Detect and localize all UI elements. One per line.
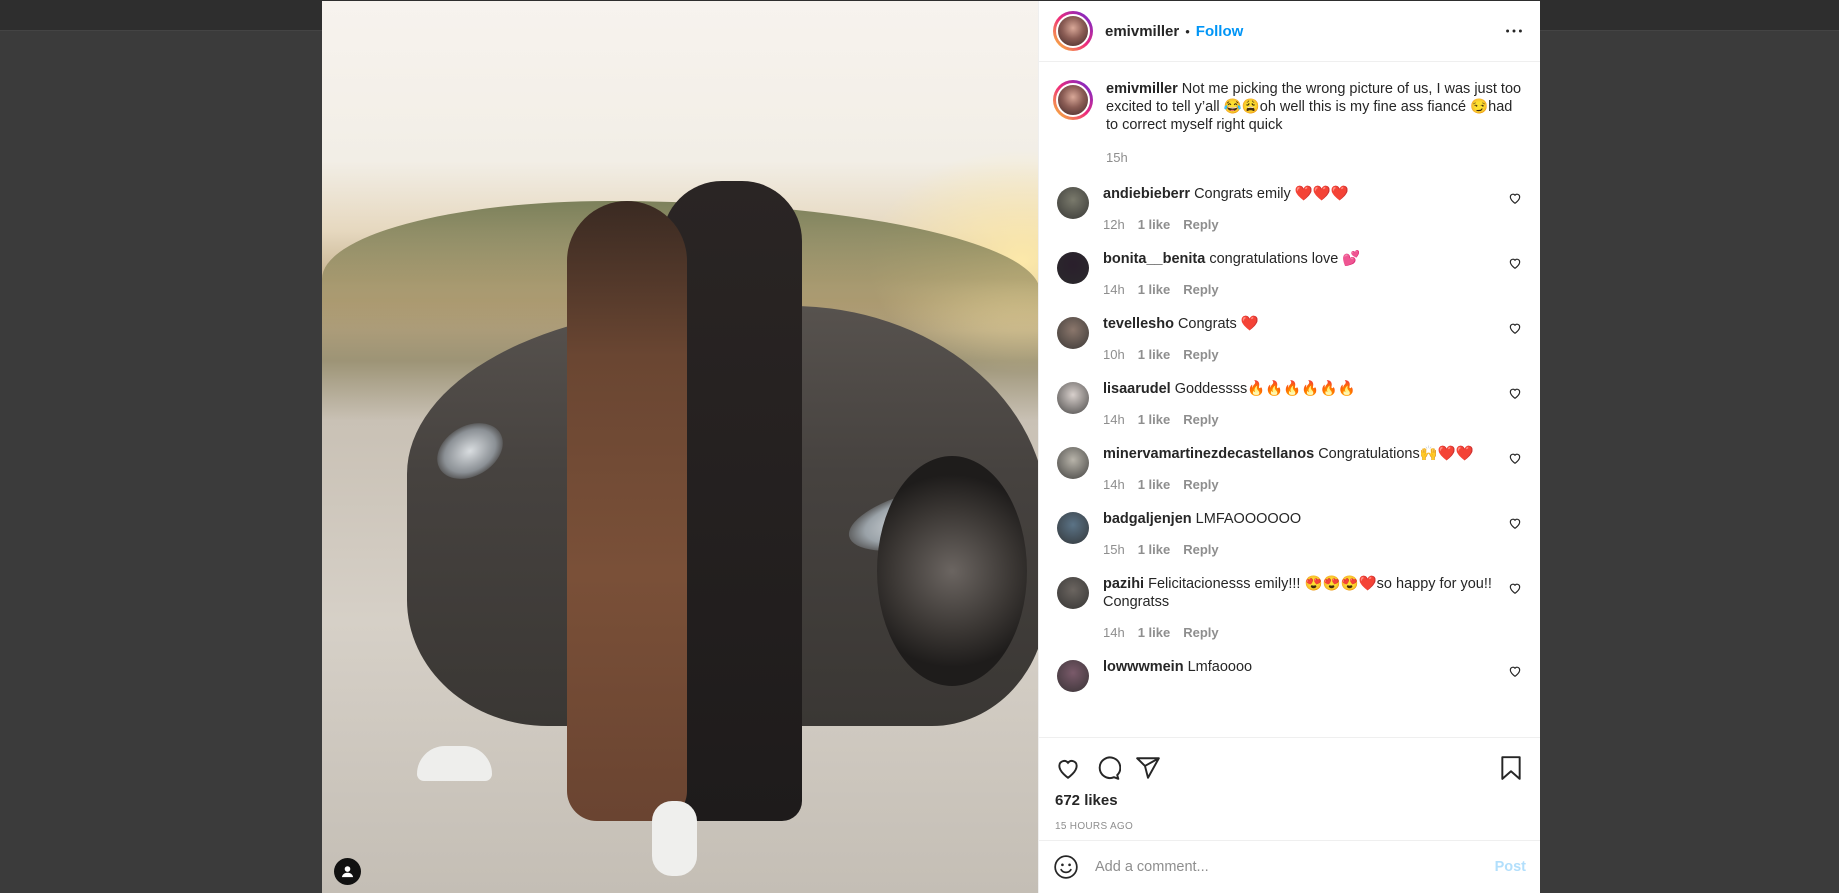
comment-heart-icon[interactable] (1508, 256, 1522, 270)
comment-username[interactable]: andiebieberr (1103, 186, 1190, 202)
comment-username[interactable]: tevellesho (1103, 316, 1174, 332)
reply-button[interactable]: Reply (1183, 347, 1218, 362)
comment-avatar[interactable] (1057, 317, 1089, 349)
reply-button[interactable]: Reply (1183, 217, 1218, 232)
comment-avatar[interactable] (1057, 187, 1089, 219)
comment-heart-icon[interactable] (1508, 321, 1522, 335)
post-timestamp: 15 HOURS AGO (1055, 821, 1134, 832)
comment-username[interactable]: bonita__benita (1103, 251, 1205, 267)
comment-text: Felicitacionesss emily!!! 😍😍😍❤️so happy … (1103, 576, 1492, 610)
comment-time: 14h (1103, 282, 1125, 297)
comment-avatar[interactable] (1057, 660, 1089, 692)
comment-likes[interactable]: 1 like (1138, 625, 1171, 640)
comment-likes[interactable]: 1 like (1138, 347, 1171, 362)
comment-heart-icon[interactable] (1508, 451, 1522, 465)
comment-heart-icon[interactable] (1508, 664, 1522, 678)
comment-username[interactable]: badgaljenjen (1103, 511, 1192, 527)
caption-username[interactable]: emivmiller (1106, 81, 1178, 97)
comment-row: andiebieberr Congrats emily ❤️❤️❤️ 12h 1 l… (1053, 185, 1526, 232)
comment-text: Lmfaoooo (1187, 659, 1253, 675)
comment-avatar[interactable] (1057, 512, 1089, 544)
bookmark-icon[interactable] (1498, 755, 1524, 781)
comment-text: Goddessss🔥🔥🔥🔥🔥🔥 (1174, 381, 1356, 397)
comment-time: 15h (1103, 542, 1125, 557)
comment-text: Congrats emily ❤️❤️❤️ (1194, 186, 1349, 202)
comment-time: 12h (1103, 217, 1125, 232)
smile-icon[interactable] (1053, 854, 1079, 880)
likes-count[interactable]: 672 likes (1039, 792, 1540, 809)
comment-time: 14h (1103, 412, 1125, 427)
comment-row: tevellesho Congrats ❤️ 10h 1 like Reply (1053, 315, 1526, 362)
comment-row: badgaljenjen LMFAOOOOOO 15h 1 like Reply (1053, 510, 1526, 557)
comment-time: 14h (1103, 477, 1125, 492)
comment-time: 10h (1103, 347, 1125, 362)
post-comment-button[interactable]: Post (1495, 859, 1526, 875)
follow-button[interactable]: Follow (1196, 23, 1244, 40)
comment-username[interactable]: lowwwmein (1103, 659, 1184, 675)
post-header: emivmiller • Follow (1039, 1, 1540, 62)
add-comment-bar: Post (1039, 840, 1540, 893)
more-icon[interactable] (1502, 19, 1526, 43)
reply-button[interactable]: Reply (1183, 412, 1218, 427)
comment-row: lowwwmein Lmfaoooo (1053, 658, 1526, 692)
comment-avatar[interactable] (1057, 252, 1089, 284)
caption-time: 15h (1106, 150, 1128, 165)
comment-heart-icon[interactable] (1508, 581, 1522, 595)
caption-avatar[interactable] (1053, 80, 1093, 120)
share-icon[interactable] (1135, 755, 1161, 781)
photo-car-left-headlight (427, 411, 513, 491)
post-modal: emivmiller • Follow emivmiller Not me pi… (322, 1, 1540, 893)
comment-time: 14h (1103, 625, 1125, 640)
comment-text: Congratulations🙌❤️❤️ (1318, 446, 1474, 462)
comment-row: lisaarudel Goddessss🔥🔥🔥🔥🔥🔥 14h 1 like Reply (1053, 380, 1526, 427)
header-username[interactable]: emivmiller (1105, 23, 1179, 40)
comment-username[interactable]: pazihi (1103, 576, 1144, 592)
reply-button[interactable]: Reply (1183, 477, 1218, 492)
comment-likes[interactable]: 1 like (1138, 412, 1171, 427)
comments-list[interactable]: emivmiller Not me picking the wrong pict… (1039, 62, 1540, 737)
comment-icon[interactable] (1095, 755, 1121, 781)
reply-button[interactable]: Reply (1183, 625, 1218, 640)
comment-avatar[interactable] (1057, 577, 1089, 609)
comment-likes[interactable]: 1 like (1138, 217, 1171, 232)
comment-heart-icon[interactable] (1508, 191, 1522, 205)
comment-username[interactable]: lisaarudel (1103, 381, 1171, 397)
user-tag-icon[interactable] (334, 858, 361, 885)
reply-button[interactable]: Reply (1183, 542, 1218, 557)
comment-avatar[interactable] (1057, 447, 1089, 479)
post-photo[interactable] (322, 1, 1038, 893)
comment-input[interactable] (1093, 858, 1495, 876)
comment-heart-icon[interactable] (1508, 386, 1522, 400)
comment-heart-icon[interactable] (1508, 516, 1522, 530)
action-bar (1039, 737, 1540, 798)
photo-woman (567, 201, 687, 821)
avatar[interactable] (1053, 11, 1093, 51)
header-separator: • (1185, 23, 1190, 39)
photo-car-wheel (877, 456, 1027, 686)
reply-button[interactable]: Reply (1183, 282, 1218, 297)
comment-likes[interactable]: 1 like (1138, 477, 1171, 492)
comment-avatar[interactable] (1057, 382, 1089, 414)
comment-likes[interactable]: 1 like (1138, 542, 1171, 557)
comment-row: bonita__benita congratulations love 💕 14h… (1053, 250, 1526, 297)
heart-icon[interactable] (1055, 755, 1081, 781)
comment-text: Congrats ❤️ (1177, 316, 1259, 332)
comment-row: pazihi Felicitacionesss emily!!! 😍😍😍❤️so… (1053, 575, 1526, 640)
photo-shoe (652, 801, 697, 876)
comment-text: congratulations love 💕 (1209, 251, 1361, 267)
photo-shoe (417, 746, 492, 781)
post-caption: emivmiller Not me picking the wrong pict… (1053, 80, 1526, 167)
post-sidebar: emivmiller • Follow emivmiller Not me pi… (1038, 1, 1540, 893)
comment-text: LMFAOOOOOO (1195, 511, 1302, 527)
comment-row: minervamartinezdecastellanos Congratulat… (1053, 445, 1526, 492)
comment-likes[interactable]: 1 like (1138, 282, 1171, 297)
comment-username[interactable]: minervamartinezdecastellanos (1103, 446, 1314, 462)
